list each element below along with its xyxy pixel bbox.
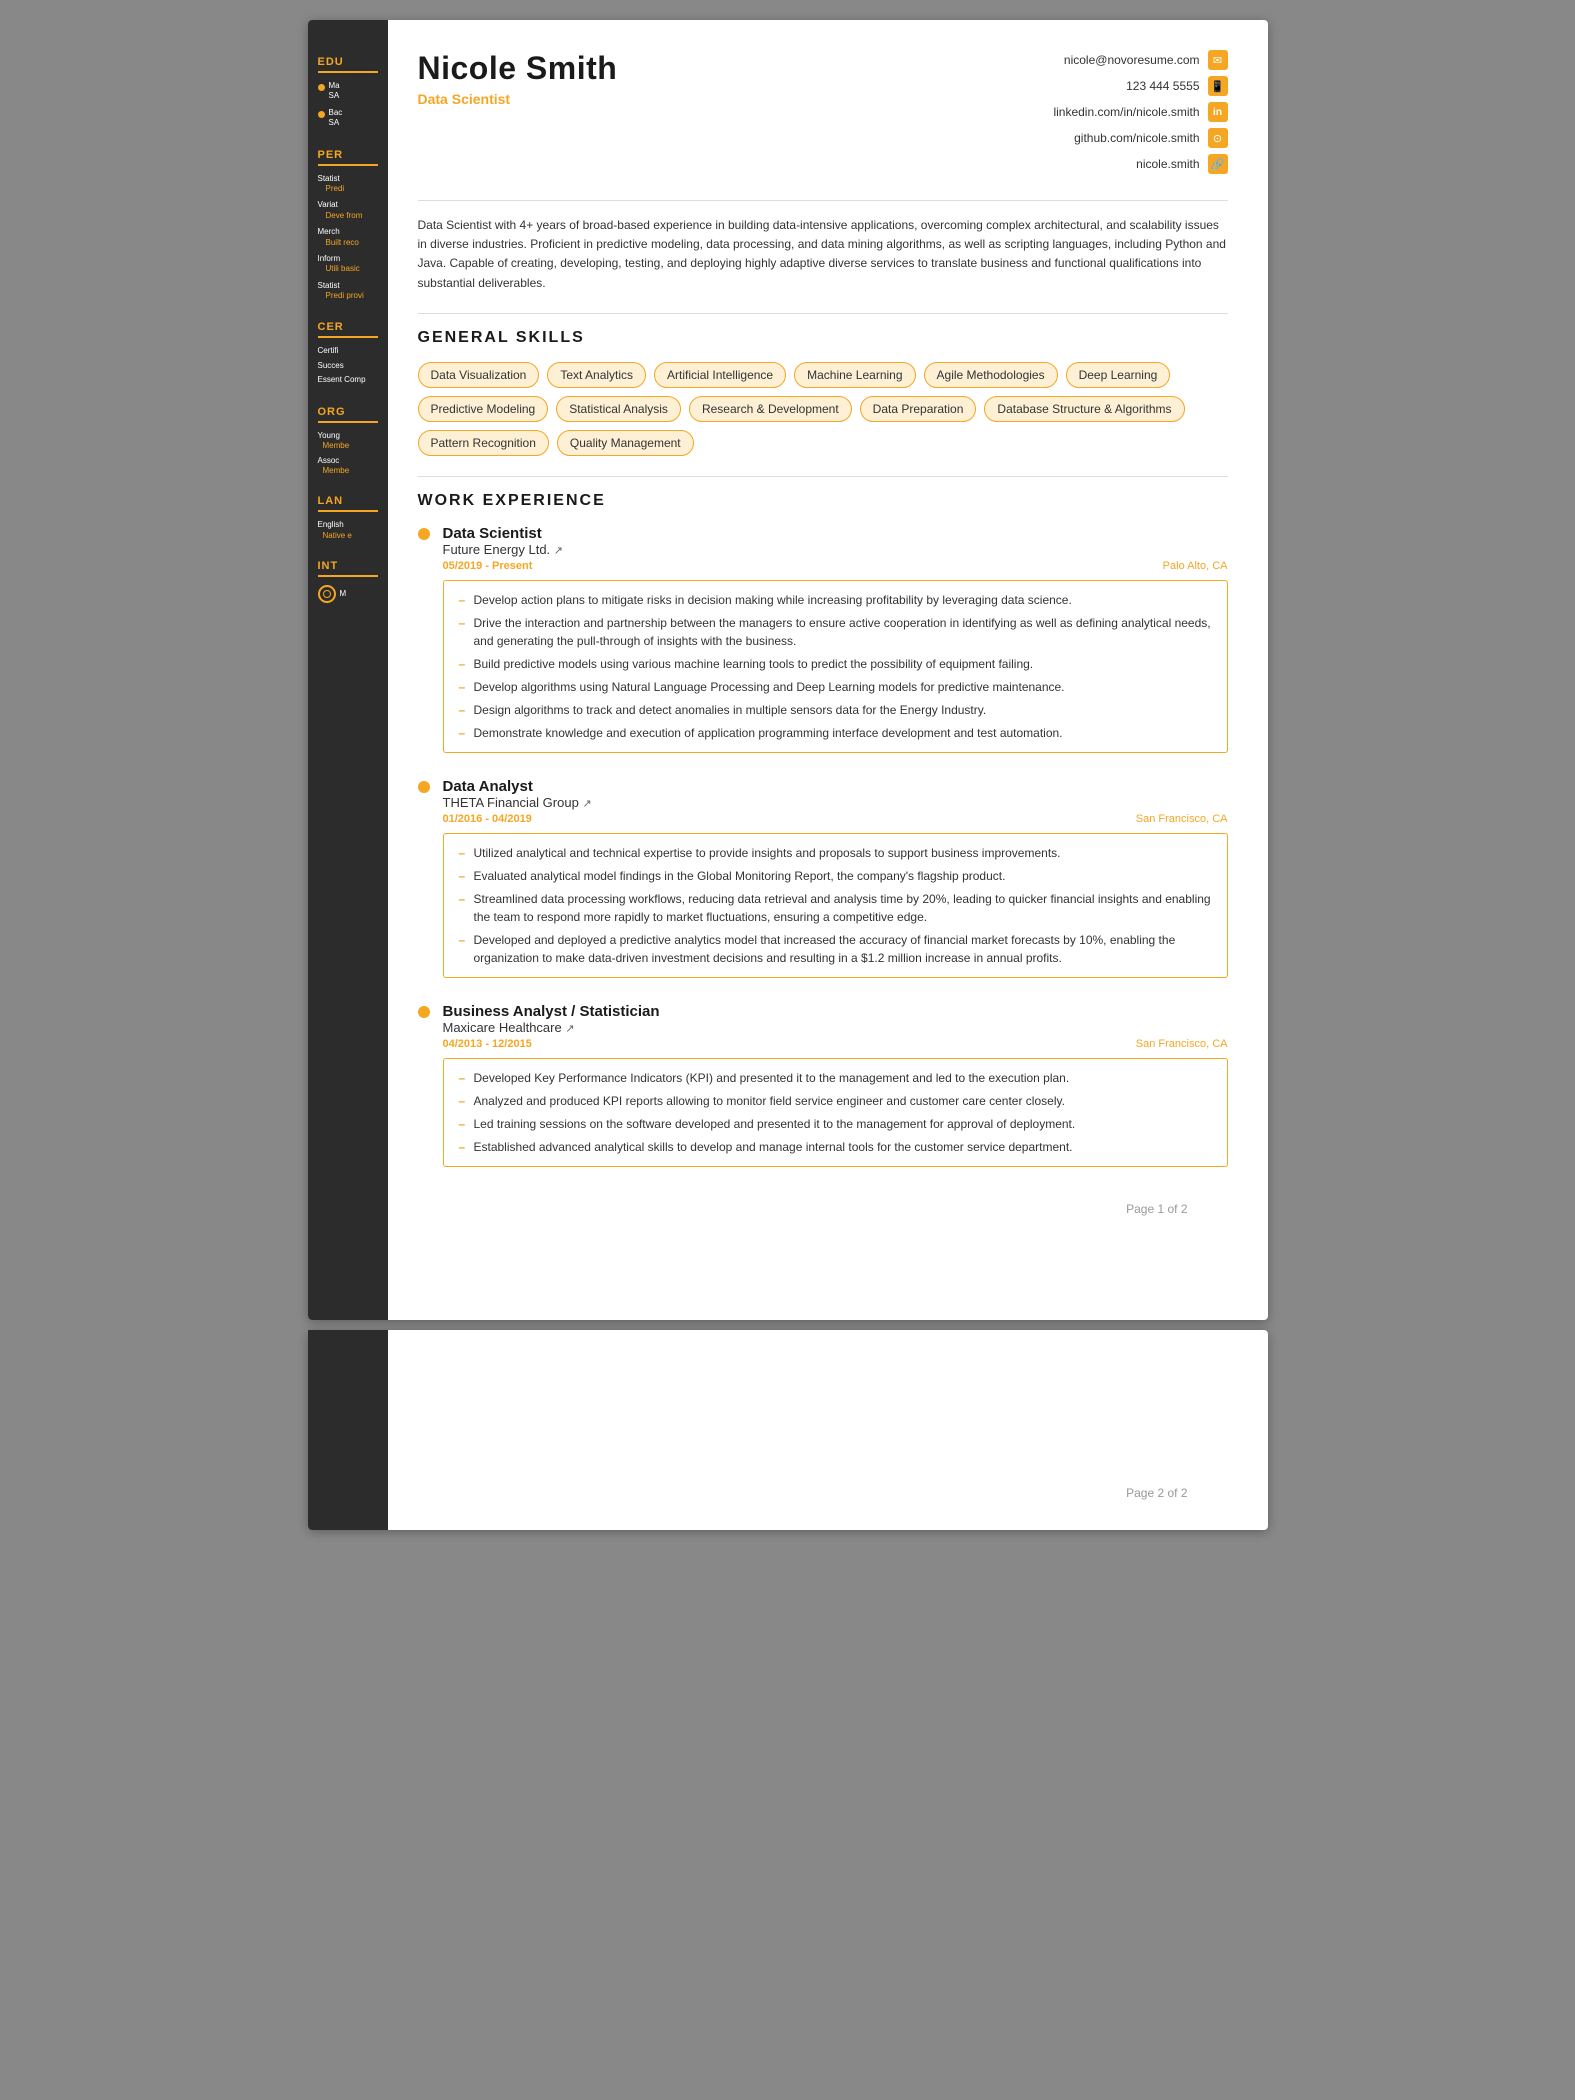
sidebar-edu-label: EDU [318, 56, 378, 73]
work-date-row-1: 01/2016 - 04/2019 San Francisco, CA [443, 813, 1228, 825]
sidebar-per-label: PER [318, 149, 378, 166]
contact-phone-row: 123 444 5555 📱 [1053, 76, 1227, 96]
work-bullet-1-1: Evaluated analytical model findings in t… [459, 867, 1212, 885]
work-bullet-0-2: Build predictive models using various ma… [459, 655, 1212, 673]
work-bullet-1-0: Utilized analytical and technical expert… [459, 844, 1212, 862]
work-location-1: San Francisco, CA [1136, 813, 1228, 825]
page-number-1: Page 1 of 2 [418, 1192, 1228, 1231]
header-divider [418, 200, 1228, 201]
contact-block: nicole@novoresume.com ✉ 123 444 5555 📱 l… [1053, 50, 1227, 180]
work-bullets-2: Developed Key Performance Indicators (KP… [443, 1058, 1228, 1167]
work-title-0: Data Scientist [443, 525, 1228, 542]
skill-tag-9: Data Preparation [860, 396, 977, 422]
work-bullet-0-0: Develop action plans to mitigate risks i… [459, 591, 1212, 609]
work-bullet-2-3: Established advanced analytical skills t… [459, 1138, 1212, 1156]
summary-text: Data Scientist with 4+ years of broad-ba… [418, 216, 1228, 293]
work-bullet-0-5: Demonstrate knowledge and execution of a… [459, 724, 1212, 742]
name-block: Nicole Smith Data Scientist [418, 50, 618, 107]
sidebar-edu-item-2: Bac SA [318, 108, 378, 129]
skill-tag-8: Research & Development [689, 396, 852, 422]
sidebar-lan-label: LAN [318, 495, 378, 512]
email-icon: ✉ [1208, 50, 1228, 70]
sidebar-int-label: INT [318, 560, 378, 577]
linkedin-text: linkedin.com/in/nicole.smith [1053, 105, 1199, 119]
work-bullet-2-0: Developed Key Performance Indicators (KP… [459, 1069, 1212, 1087]
work-bullets-0: Develop action plans to mitigate risks i… [443, 580, 1228, 753]
work-date-row-2: 04/2013 - 12/2015 San Francisco, CA [443, 1038, 1228, 1050]
work-bullet-2-2: Led training sessions on the software de… [459, 1115, 1212, 1133]
company-link-icon-0: ↗ [554, 545, 563, 557]
work-title-2: Business Analyst / Statistician [443, 1003, 1228, 1020]
phone-text: 123 444 5555 [1126, 79, 1199, 93]
page2-content: Page 2 of 2 [388, 1330, 1268, 1530]
resume-page-2: Page 2 of 2 [308, 1330, 1268, 1530]
contact-website-row: nicole.smith 🔗 [1053, 154, 1227, 174]
work-bullet-0-1: Drive the interaction and partnership be… [459, 614, 1212, 650]
work-bullet-1-2: Streamlined data processing workflows, r… [459, 890, 1212, 926]
github-icon: ⊙ [1208, 128, 1228, 148]
website-text: nicole.smith [1136, 157, 1199, 171]
skill-tag-4: Agile Methodologies [924, 362, 1058, 388]
interest-icon [318, 585, 336, 603]
skills-container: Data Visualization Text Analytics Artifi… [418, 362, 1228, 456]
contact-github-row: github.com/nicole.smith ⊙ [1053, 128, 1227, 148]
skill-tag-10: Database Structure & Algorithms [984, 396, 1184, 422]
resume-header: Nicole Smith Data Scientist nicole@novor… [418, 50, 1228, 180]
main-content: Nicole Smith Data Scientist nicole@novor… [388, 20, 1268, 1320]
work-item-2: Business Analyst / Statistician Maxicare… [418, 1003, 1228, 1167]
skill-tag-2: Artificial Intelligence [654, 362, 786, 388]
work-date-row-0: 05/2019 - Present Palo Alto, CA [443, 560, 1228, 572]
skill-tag-6: Predictive Modeling [418, 396, 549, 422]
work-item-1: Data Analyst THETA Financial Group ↗ 01/… [418, 778, 1228, 978]
sidebar: EDU Ma SA Bac SA PER Statist Predi Varia… [308, 20, 388, 1320]
work-bullets-1: Utilized analytical and technical expert… [443, 833, 1228, 978]
website-icon: 🔗 [1208, 154, 1228, 174]
skills-divider [418, 476, 1228, 477]
skill-tag-5: Deep Learning [1066, 362, 1171, 388]
contact-email-row: nicole@novoresume.com ✉ [1053, 50, 1227, 70]
skill-tag-12: Quality Management [557, 430, 694, 456]
resume-page-1: EDU Ma SA Bac SA PER Statist Predi Varia… [308, 20, 1268, 1320]
candidate-title: Data Scientist [418, 91, 618, 107]
email-text: nicole@novoresume.com [1064, 53, 1200, 67]
work-dates-2: 04/2013 - 12/2015 [443, 1038, 532, 1050]
work-location-2: San Francisco, CA [1136, 1038, 1228, 1050]
sidebar-edu-item-1: Ma SA [318, 81, 378, 102]
sidebar-cer-label: CER [318, 321, 378, 338]
candidate-name: Nicole Smith [418, 50, 618, 87]
skill-tag-0: Data Visualization [418, 362, 540, 388]
company-link-icon-2: ↗ [565, 1023, 574, 1035]
summary-divider [418, 313, 1228, 314]
github-text: github.com/nicole.smith [1074, 131, 1199, 145]
phone-icon: 📱 [1208, 76, 1228, 96]
work-bullet-0-3: Develop algorithms using Natural Languag… [459, 678, 1212, 696]
sidebar-org-label: ORG [318, 406, 378, 423]
contact-linkedin-row: linkedin.com/in/nicole.smith in [1053, 102, 1227, 122]
sidebar-page2 [308, 1330, 388, 1530]
skill-tag-3: Machine Learning [794, 362, 915, 388]
work-bullet-2-1: Analyzed and produced KPI reports allowi… [459, 1092, 1212, 1110]
work-dates-1: 01/2016 - 04/2019 [443, 813, 532, 825]
company-link-icon-1: ↗ [582, 798, 591, 810]
work-heading: WORK EXPERIENCE [418, 492, 1228, 510]
skill-tag-11: Pattern Recognition [418, 430, 549, 456]
work-company-2: Maxicare Healthcare ↗ [443, 1020, 1228, 1035]
page-number-2: Page 2 of 2 [428, 1476, 1228, 1515]
linkedin-icon: in [1208, 102, 1228, 122]
work-bullet-1-3: Developed and deployed a predictive anal… [459, 931, 1212, 967]
skill-tag-1: Text Analytics [547, 362, 646, 388]
work-dates-0: 05/2019 - Present [443, 560, 533, 572]
work-title-1: Data Analyst [443, 778, 1228, 795]
skill-tag-7: Statistical Analysis [556, 396, 681, 422]
skills-heading: GENERAL SKILLS [418, 329, 1228, 347]
work-company-0: Future Energy Ltd. ↗ [443, 542, 1228, 557]
work-item-0: Data Scientist Future Energy Ltd. ↗ 05/2… [418, 525, 1228, 753]
work-bullet-0-4: Design algorithms to track and detect an… [459, 701, 1212, 719]
work-company-1: THETA Financial Group ↗ [443, 795, 1228, 810]
work-location-0: Palo Alto, CA [1163, 560, 1228, 572]
